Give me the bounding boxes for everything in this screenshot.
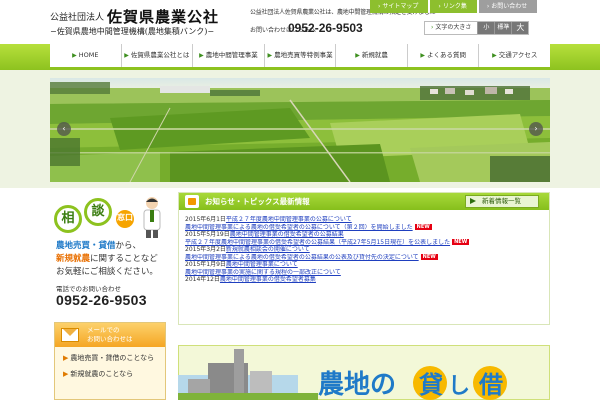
contact-link[interactable]: › お問い合わせ bbox=[478, 0, 538, 13]
mail-link-new-farming[interactable]: ▶ 新規就農のことなら bbox=[55, 369, 165, 379]
sodan-char-3: 窓口 bbox=[114, 208, 136, 230]
triangle-right-icon: ▶ bbox=[199, 52, 204, 59]
news-topics-title: お知らせ・トピックス最新情報 bbox=[205, 197, 310, 206]
news-item: 2014年12日農地中間管理事業の借受希望者募集 bbox=[185, 276, 316, 283]
font-size-switcher: › 文字の大きさ 小 標準 大 bbox=[424, 21, 530, 35]
farmland-photo bbox=[50, 78, 550, 182]
new-badge: NEW bbox=[452, 238, 470, 245]
font-size-label: › 文字の大きさ bbox=[425, 22, 478, 34]
font-size-medium-button[interactable]: 標準 bbox=[494, 22, 512, 34]
news-item-link: 農地中間管理事業による農地の借受希望者の公募について（第２回）を開始しました NE… bbox=[185, 223, 432, 231]
org-prefix: 公益社団法人 bbox=[50, 13, 105, 23]
new-badge: NEW bbox=[414, 223, 432, 230]
sodan-char-2: 談 bbox=[84, 198, 112, 226]
news-item: 2015年3月2日新規就農相談会の開催について bbox=[185, 246, 310, 253]
org-subtitle: −佐賀県農地中間管理機構(農地集積バンク)− bbox=[50, 27, 215, 36]
banner-text-4: 借 bbox=[478, 371, 503, 399]
mail-link-farmland[interactable]: ▶ 農地売買・貸借のことなら bbox=[55, 353, 165, 363]
banner-text-3: し bbox=[448, 374, 470, 399]
sodan-char-1: 相 bbox=[54, 205, 82, 233]
news-item-link: 農地中間管理事業の実施に関する規程の一部改正について bbox=[185, 268, 341, 276]
nav-faq[interactable]: ▶ よくある質問 bbox=[408, 44, 480, 67]
nav-about[interactable]: ▶ 佐賀県農業公社とは bbox=[122, 44, 194, 67]
nav-farmland-management[interactable]: ▶ 農地中間管理事業 bbox=[193, 44, 265, 67]
utility-nav: › サイトマップ › リンク集 › お問い合わせ bbox=[370, 0, 538, 13]
sitemap-link[interactable]: › サイトマップ bbox=[370, 0, 429, 13]
triangle-right-icon: ▶ bbox=[72, 52, 77, 59]
news-icon bbox=[185, 195, 199, 208]
triangle-right-icon: ▶ bbox=[267, 52, 273, 59]
global-nav: ▶ HOME ▶ 佐賀県農業公社とは ▶ 農地中間管理事業 ▶ 農地売買等特例事業 ▶ 新… bbox=[0, 44, 600, 70]
news-item: 2015年1月9日農地中間管理事業について bbox=[185, 261, 298, 268]
nav-access[interactable]: ▶ 交通アクセス bbox=[479, 44, 550, 67]
banner-text-2: 貸 bbox=[419, 371, 443, 399]
news-topics-header: お知らせ・トピックス最新情報 新着情報一覧 bbox=[179, 193, 549, 210]
links-link[interactable]: › リンク集 bbox=[430, 0, 477, 13]
phone-number: 0952-26-9503 bbox=[56, 292, 147, 308]
triangle-right-icon: ▶ bbox=[420, 52, 425, 59]
site-logo[interactable]: 佐賀県農業公社 bbox=[107, 6, 219, 27]
chevron-right-icon: › bbox=[534, 124, 538, 133]
chevron-right-icon: › bbox=[486, 3, 490, 10]
news-topics-panel: お知らせ・トピックス最新情報 新着情報一覧 2015年6月1日平成２７年度農地中… bbox=[178, 192, 550, 325]
email-inquiry-header: メールでの お問い合わせは bbox=[55, 323, 165, 347]
triangle-right-icon: ▶ bbox=[63, 354, 69, 362]
triangle-right-icon: ▶ bbox=[124, 52, 129, 59]
nav-farmland-sales[interactable]: ▶ 農地売買等特例事業 bbox=[265, 44, 337, 67]
site-header: 公益社団法人 佐賀県農業公社 −佐賀県農地中間管理機構(農地集積バンク)− 公益… bbox=[0, 0, 600, 44]
new-badge: NEW bbox=[420, 253, 438, 260]
hero-prev-button[interactable]: ‹ bbox=[57, 122, 71, 136]
consultation-window-logo: 相 談 窓口 bbox=[50, 192, 168, 240]
nav-home[interactable]: ▶ HOME bbox=[50, 44, 122, 67]
header-tel-number: 0952-26-9503 bbox=[288, 21, 363, 35]
news-item-link: 平成２７年度農地中間管理事業の借受希望者の公募結果（平成27年5月15日現在）を… bbox=[185, 238, 470, 246]
chevron-right-icon: › bbox=[438, 3, 441, 10]
email-inquiry-box: メールでの お問い合わせは ▶ 農地売買・貸借のことなら ▶ 新規就農のことなら bbox=[54, 322, 166, 400]
font-size-small-button[interactable]: 小 bbox=[477, 22, 495, 34]
hero-next-button[interactable]: › bbox=[529, 122, 543, 136]
triangle-right-icon: ▶ bbox=[355, 52, 360, 59]
nav-new-farming[interactable]: ▶ 新規就農 bbox=[336, 44, 408, 67]
news-item: 2015年6月1日平成２７年度農地中間管理事業の公募について bbox=[185, 216, 352, 223]
farmland-lending-banner[interactable]: 農地の 貸 し 借 bbox=[178, 345, 550, 400]
font-size-large-button[interactable]: 大 bbox=[511, 22, 529, 34]
consultation-sidebar: 相 談 窓口 農地売買・貸借から、 新規就農に関することなど お気軽にご相談くだ… bbox=[50, 192, 168, 400]
consultation-description: 農地売買・貸借から、 新規就農に関することなど お気軽にご相談ください。 bbox=[56, 241, 158, 277]
chevron-right-icon: › bbox=[378, 3, 381, 10]
news-item-link: 農地中間管理事業による農地の借受希望者の公募結果の公表及び貸付先の決定について N… bbox=[185, 253, 438, 261]
news-list-button[interactable]: 新着情報一覧 bbox=[465, 195, 539, 208]
global-nav-bar: ▶ HOME ▶ 佐賀県農業公社とは ▶ 農地中間管理事業 ▶ 農地売買等特例事業 ▶ 新… bbox=[50, 44, 550, 70]
banner-image: 農地の 貸 し 借 bbox=[178, 345, 550, 400]
envelope-icon bbox=[61, 328, 79, 342]
hero-slideshow-image bbox=[50, 78, 550, 182]
staff-person-icon bbox=[143, 197, 161, 238]
chevron-left-icon: ‹ bbox=[62, 124, 66, 133]
news-item: 2015年5月19日農地中間管理事業の借受希望者の公募結果 bbox=[185, 231, 344, 238]
triangle-right-icon: ▶ bbox=[492, 52, 497, 59]
news-list: 2015年6月1日平成２７年度農地中間管理事業の公募について 農地中間管理事業に… bbox=[179, 210, 549, 284]
banner-text-1: 農地の bbox=[318, 370, 396, 400]
triangle-right-icon: ▶ bbox=[63, 370, 69, 378]
